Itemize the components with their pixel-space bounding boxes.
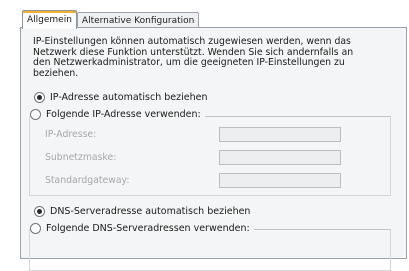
radio-dns-manual-label: Folgende DNS-Serveradressen verwenden: — [46, 223, 250, 234]
radio-ip-manual[interactable]: Folgende IP-Adresse verwenden: — [30, 109, 205, 120]
default-gateway-label: Standardgateway: — [45, 175, 130, 186]
description-line: IP-Einstellungen können automatisch zuge… — [33, 36, 351, 47]
radio-unselected-icon — [30, 223, 41, 234]
ip-address-field[interactable] — [219, 127, 341, 142]
radio-ip-auto[interactable]: IP-Adresse automatisch beziehen — [34, 92, 207, 103]
tab-allgemein[interactable]: Allgemein — [22, 10, 77, 29]
tab-panel-allgemein: IP-Einstellungen können automatisch zuge… — [20, 27, 407, 271]
radio-selected-icon — [34, 206, 45, 217]
radio-ip-auto-label: IP-Adresse automatisch beziehen — [50, 92, 208, 103]
tab-strip: Allgemein Alternative Konfiguration — [22, 10, 200, 29]
subnet-mask-field[interactable] — [219, 150, 341, 165]
radio-ip-manual-label: Folgende IP-Adresse verwenden: — [46, 109, 201, 120]
description-line: beziehen. — [33, 67, 79, 79]
radio-selected-icon — [34, 92, 45, 103]
radio-dns-auto-label: DNS-Serveradresse automatisch beziehen — [50, 206, 251, 217]
ip-address-label: IP-Adresse: — [45, 129, 97, 140]
radio-unselected-icon — [30, 109, 41, 120]
radio-dns-auto[interactable]: DNS-Serveradresse automatisch beziehen — [34, 206, 250, 217]
dns-settings-groupbox — [29, 229, 391, 271]
description-line: den Netzwerkadministrator, um die geeign… — [33, 57, 345, 68]
description-text: IP-Einstellungen können automatisch zuge… — [33, 36, 388, 79]
default-gateway-field[interactable] — [219, 173, 341, 188]
radio-dns-manual[interactable]: Folgende DNS-Serveradressen verwenden: — [30, 223, 254, 234]
subnet-mask-label: Subnetzmaske: — [45, 152, 117, 163]
